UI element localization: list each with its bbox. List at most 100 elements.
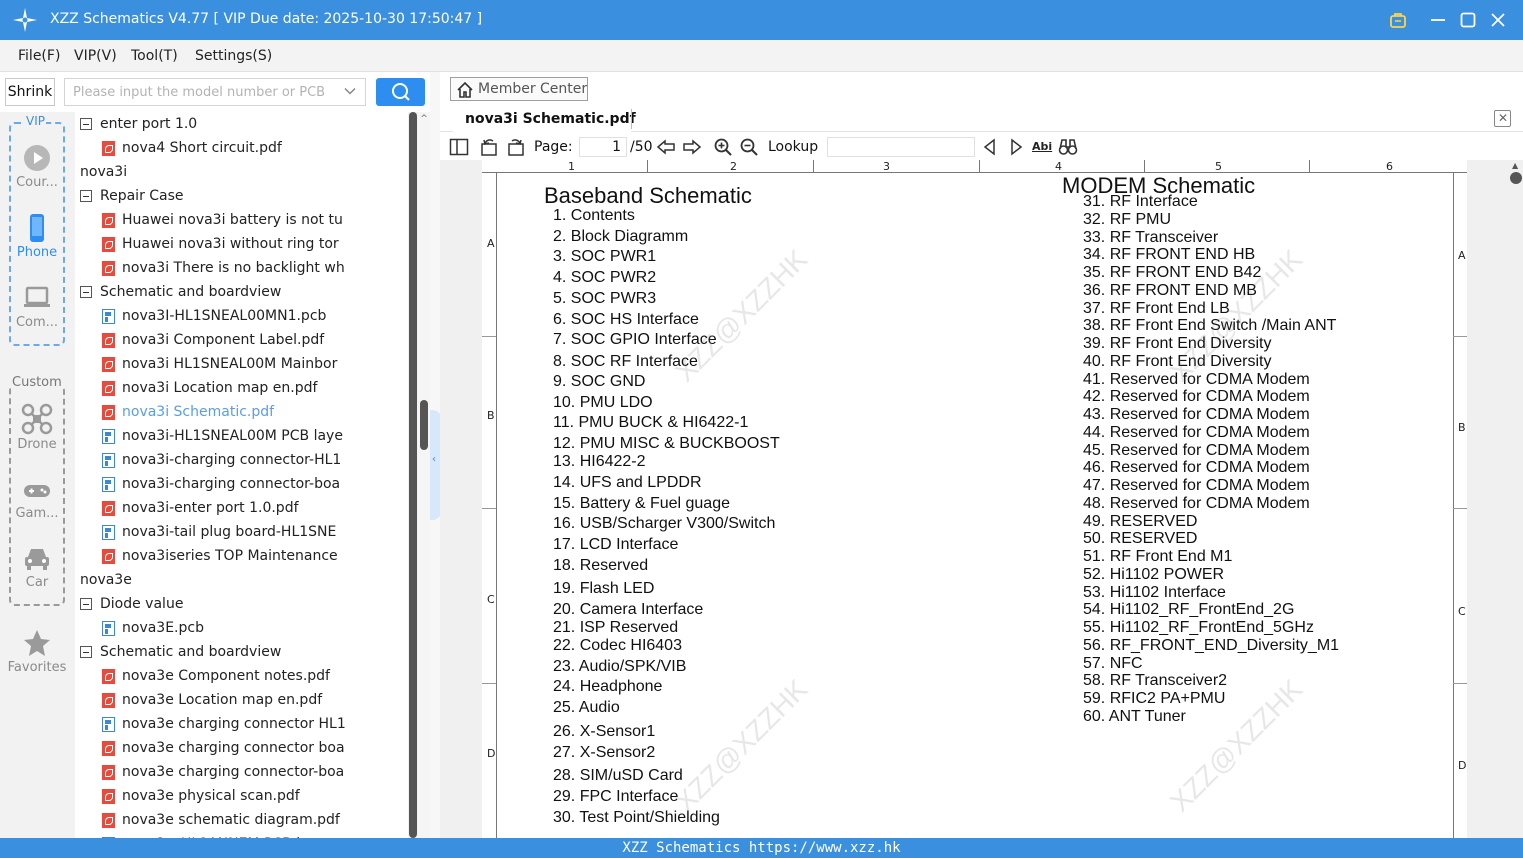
ruler-tick xyxy=(979,160,980,173)
tree-file[interactable]: nova3i-enter port 1.0.pdf xyxy=(102,496,299,520)
rail-item-drone[interactable]: Drone xyxy=(10,403,64,452)
ruler-row-label: D xyxy=(1458,759,1467,772)
close-button[interactable] xyxy=(1488,10,1508,30)
collapse-toggle-icon[interactable] xyxy=(80,646,92,658)
zoom-in-icon[interactable] xyxy=(713,137,733,157)
chevron-left-icon: ‹ xyxy=(432,454,436,465)
find-previous-icon[interactable] xyxy=(980,137,1000,157)
search-button[interactable] xyxy=(376,78,425,106)
baseband-index-item: 16. USB/Scharger V300/Switch xyxy=(553,515,776,532)
match-case-icon[interactable]: Abi xyxy=(1032,137,1052,157)
tree-folder[interactable]: nova3e xyxy=(75,568,132,592)
ruler-row-tick xyxy=(1453,508,1467,509)
binoculars-icon[interactable] xyxy=(1058,137,1078,157)
pdf-file-icon xyxy=(102,740,115,756)
tree-scrollbar-thumb[interactable] xyxy=(409,112,417,838)
tree-file[interactable]: nova3e charging connector boa xyxy=(102,736,345,760)
scroll-up-icon[interactable]: ▲ xyxy=(1512,161,1518,170)
tree-file[interactable]: nova3i There is no backlight wh xyxy=(102,256,345,280)
viewer-scrollbar[interactable]: ▲ xyxy=(1509,160,1523,838)
tree-file[interactable]: nova3i-charging connector-boa xyxy=(102,472,340,496)
tree-outer-scrollbar-thumb[interactable] xyxy=(420,400,428,450)
minimize-button[interactable] xyxy=(1428,10,1448,30)
tree-file[interactable]: nova3I-HL1SNEAL00MN1.pcb xyxy=(102,304,326,328)
previous-page-icon[interactable] xyxy=(656,137,676,157)
phone-icon xyxy=(30,214,44,242)
maximize-button[interactable] xyxy=(1458,10,1478,30)
tree-file[interactable]: nova3i Location map en.pdf xyxy=(102,376,317,400)
tree-file[interactable]: nova3iseries TOP Maintenance xyxy=(102,544,338,568)
tree-file[interactable]: nova3e schematic diagram.pdf xyxy=(102,808,340,832)
sidebar-toggle-icon[interactable] xyxy=(449,137,469,157)
rail-item-game[interactable]: Gam... xyxy=(10,478,64,521)
lookup-input[interactable] xyxy=(827,137,975,157)
ruler-row-label: B xyxy=(487,409,495,422)
tree-folder[interactable]: Schematic and boardview xyxy=(80,280,281,304)
member-center-button[interactable]: Member Center xyxy=(450,77,588,101)
rail-item-computer[interactable]: Com... xyxy=(10,283,64,330)
tree-folder[interactable]: Schematic and boardview xyxy=(80,640,281,664)
shrink-button[interactable]: Shrink xyxy=(5,78,55,106)
tree-file[interactable]: nova3i Schematic.pdf xyxy=(102,400,274,424)
modem-index-item: 35. RF FRONT END B42 xyxy=(1083,264,1262,281)
pdf-file-icon xyxy=(102,356,115,372)
menu-settings[interactable]: Settings(S) xyxy=(195,48,272,64)
modem-index-item: 43. Reserved for CDMA Modem xyxy=(1083,406,1310,423)
page-number-input[interactable]: 1 xyxy=(579,137,627,157)
zoom-out-icon[interactable] xyxy=(739,137,759,157)
close-tabs-button[interactable]: ✕ xyxy=(1494,110,1511,127)
tree-folder[interactable]: Repair Case xyxy=(80,184,184,208)
menu-tool[interactable]: Tool(T) xyxy=(131,48,178,64)
rail-item-label: Car xyxy=(25,575,49,590)
menu-vip[interactable]: VIP(V) xyxy=(74,48,117,64)
baseband-index-item: 6. SOC HS Interface xyxy=(553,311,699,328)
tree-file[interactable]: nova3e Component notes.pdf xyxy=(102,664,330,688)
tree-file[interactable]: Huawei nova3i battery is not tu xyxy=(102,208,343,232)
tree-file[interactable]: nova3i-tail plug board-HL1SNE xyxy=(102,520,336,544)
tree-folder[interactable]: Diode value xyxy=(80,592,183,616)
tree-item-label: Diode value xyxy=(100,596,184,612)
pcb-file-icon xyxy=(102,452,115,468)
window-title: XZZ Schematics V4.77 [ VIP Due date: 202… xyxy=(50,11,483,27)
tree-folder[interactable]: nova3i xyxy=(75,160,127,184)
baseband-index-item: 9. SOC GND xyxy=(553,373,646,390)
collapse-toggle-icon[interactable] xyxy=(80,286,92,298)
tree-file[interactable]: nova3i Component Label.pdf xyxy=(102,328,324,352)
collapse-toggle-icon[interactable] xyxy=(80,598,92,610)
tree-item-label: Huawei nova3i battery is not tu xyxy=(122,212,343,228)
chevron-down-icon[interactable] xyxy=(343,84,357,98)
vip-bag-icon[interactable] xyxy=(1388,10,1408,30)
viewer-scrollbar-thumb[interactable] xyxy=(1510,172,1522,184)
tab-document[interactable]: nova3i Schematic.pdf xyxy=(453,106,636,132)
pdf-file-icon xyxy=(102,788,115,804)
tree-file[interactable]: nova3i HL1SNEAL00M Mainbor xyxy=(102,352,337,376)
baseband-index-item: 12. PMU MISC & BUCKBOOST xyxy=(553,435,780,452)
collapse-toggle-icon[interactable] xyxy=(80,190,92,202)
gamepad-icon xyxy=(24,485,50,497)
scroll-up-icon[interactable]: ^ xyxy=(418,114,430,124)
rail-item-phone[interactable]: Phone xyxy=(10,213,64,260)
modem-index-item: 33. RF Transceiver xyxy=(1083,228,1219,246)
menu-file[interactable]: File(F) xyxy=(18,48,60,64)
model-search-input[interactable]: Please input the model number or PCB xyxy=(64,78,366,106)
collapse-toggle-icon[interactable] xyxy=(80,118,92,130)
laptop-icon xyxy=(24,286,50,307)
next-page-icon[interactable] xyxy=(682,137,702,157)
rail-item-course[interactable]: Cour... xyxy=(10,143,64,190)
tree-file[interactable]: nova3i-charging connector-HL1 xyxy=(102,448,341,472)
rail-item-car[interactable]: Car xyxy=(10,545,64,590)
tree-file[interactable]: nova3e charging connector-boa xyxy=(102,760,344,784)
tree-file[interactable]: nova3E.pcb xyxy=(102,616,204,640)
tree-file[interactable]: nova3e Location map en.pdf xyxy=(102,688,322,712)
rotate-left-icon[interactable] xyxy=(479,137,499,157)
find-next-icon[interactable] xyxy=(1006,137,1026,157)
tree-file[interactable]: nova3e physical scan.pdf xyxy=(102,784,300,808)
rail-item-favorites[interactable]: Favorites xyxy=(5,628,69,675)
tree-folder[interactable]: enter port 1.0 xyxy=(80,112,197,136)
rotate-right-icon[interactable] xyxy=(506,137,526,157)
tree-file[interactable]: nova3e charging connector HL1 xyxy=(102,712,346,736)
tree-file[interactable]: nova4 Short circuit.pdf xyxy=(102,136,282,160)
tree-file[interactable]: Huawei nova3i without ring tor xyxy=(102,232,339,256)
rail-item-label: Gam... xyxy=(15,506,59,521)
tree-file[interactable]: nova3i-HL1SNEAL00M PCB laye xyxy=(102,424,343,448)
